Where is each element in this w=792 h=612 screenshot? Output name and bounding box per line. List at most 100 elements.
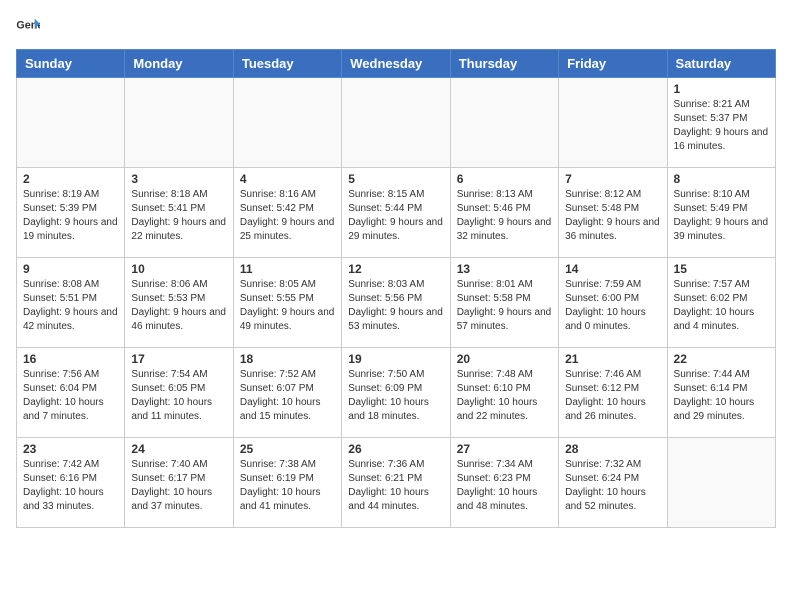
day-info: Sunrise: 8:12 AM Sunset: 5:48 PM Dayligh… [565, 188, 660, 244]
calendar-day-cell: 3 Sunrise: 8:18 AM Sunset: 5:41 PM Daylig… [125, 168, 233, 258]
day-info: Sunrise: 7:42 AM Sunset: 6:16 PM Dayligh… [23, 458, 118, 514]
calendar-day-cell [233, 78, 341, 168]
calendar-day-cell [450, 78, 558, 168]
day-info: Sunrise: 8:19 AM Sunset: 5:39 PM Dayligh… [23, 188, 118, 244]
calendar-day-header: Sunday [17, 50, 125, 78]
logo-icon: General [16, 17, 40, 37]
day-info: Sunrise: 7:52 AM Sunset: 6:07 PM Dayligh… [240, 368, 335, 424]
calendar-day-header: Monday [125, 50, 233, 78]
day-number: 19 [348, 352, 443, 366]
day-info: Sunrise: 7:57 AM Sunset: 6:02 PM Dayligh… [674, 278, 769, 334]
calendar-week-row: 2 Sunrise: 8:19 AM Sunset: 5:39 PM Daylig… [17, 168, 776, 258]
day-number: 18 [240, 352, 335, 366]
calendar-day-cell: 22 Sunrise: 7:44 AM Sunset: 6:14 PM Dayli… [667, 348, 775, 438]
calendar-day-cell: 25Sunrise: 7:38 AM Sunset: 6:19 PM Dayli… [233, 438, 341, 528]
calendar-day-cell: 15 Sunrise: 7:57 AM Sunset: 6:02 PM Dayli… [667, 258, 775, 348]
day-info: Sunrise: 7:44 AM Sunset: 6:14 PM Dayligh… [674, 368, 769, 424]
day-number: 7 [565, 172, 660, 186]
day-number: 1 [674, 82, 769, 96]
day-info: Sunrise: 7:46 AM Sunset: 6:12 PM Dayligh… [565, 368, 660, 424]
calendar-day-cell: 2 Sunrise: 8:19 AM Sunset: 5:39 PM Daylig… [17, 168, 125, 258]
page-header: General [16, 16, 776, 37]
calendar-day-cell: 5 Sunrise: 8:15 AM Sunset: 5:44 PM Daylig… [342, 168, 450, 258]
day-info: Sunrise: 7:59 AM Sunset: 6:00 PM Dayligh… [565, 278, 660, 334]
day-number: 9 [23, 262, 118, 276]
day-number: 13 [457, 262, 552, 276]
day-info: Sunrise: 7:56 AM Sunset: 6:04 PM Dayligh… [23, 368, 118, 424]
calendar-week-row: 16 Sunrise: 7:56 AM Sunset: 6:04 PM Dayli… [17, 348, 776, 438]
calendar-day-cell: 8 Sunrise: 8:10 AM Sunset: 5:49 PM Daylig… [667, 168, 775, 258]
day-number: 17 [131, 352, 226, 366]
day-number: 28 [565, 442, 660, 456]
calendar-day-cell: 1 Sunrise: 8:21 AM Sunset: 5:37 PM Daylig… [667, 78, 775, 168]
calendar-day-cell: 9 Sunrise: 8:08 AM Sunset: 5:51 PM Daylig… [17, 258, 125, 348]
day-info: Sunrise: 7:32 AM Sunset: 6:24 PM Dayligh… [565, 458, 660, 514]
day-number: 23 [23, 442, 118, 456]
day-number: 11 [240, 262, 335, 276]
day-info: Sunrise: 7:36 AM Sunset: 6:21 PM Dayligh… [348, 458, 443, 514]
calendar-week-row: 23 Sunrise: 7:42 AM Sunset: 6:16 PM Dayli… [17, 438, 776, 528]
day-info: Sunrise: 8:21 AM Sunset: 5:37 PM Dayligh… [674, 98, 769, 154]
logo: General [16, 16, 44, 37]
calendar-day-header: Tuesday [233, 50, 341, 78]
day-number: 14 [565, 262, 660, 276]
calendar-day-header: Thursday [450, 50, 558, 78]
day-number: 6 [457, 172, 552, 186]
calendar-day-cell: 26Sunrise: 7:36 AM Sunset: 6:21 PM Dayli… [342, 438, 450, 528]
day-info: Sunrise: 8:08 AM Sunset: 5:51 PM Dayligh… [23, 278, 118, 334]
calendar-day-cell: 12 Sunrise: 8:03 AM Sunset: 5:56 PM Dayli… [342, 258, 450, 348]
calendar-day-cell: 4 Sunrise: 8:16 AM Sunset: 5:42 PM Daylig… [233, 168, 341, 258]
calendar-header-row: SundayMondayTuesdayWednesdayThursdayFrid… [17, 50, 776, 78]
calendar-day-cell [559, 78, 667, 168]
day-info: Sunrise: 8:06 AM Sunset: 5:53 PM Dayligh… [131, 278, 226, 334]
calendar-day-cell: 28 Sunrise: 7:32 AM Sunset: 6:24 PM Dayli… [559, 438, 667, 528]
calendar-day-cell [125, 78, 233, 168]
day-info: Sunrise: 7:34 AM Sunset: 6:23 PM Dayligh… [457, 458, 552, 514]
day-info: Sunrise: 8:03 AM Sunset: 5:56 PM Dayligh… [348, 278, 443, 334]
day-number: 21 [565, 352, 660, 366]
calendar-day-cell: 18 Sunrise: 7:52 AM Sunset: 6:07 PM Dayli… [233, 348, 341, 438]
day-info: Sunrise: 8:10 AM Sunset: 5:49 PM Dayligh… [674, 188, 769, 244]
day-number: 15 [674, 262, 769, 276]
day-info: Sunrise: 8:13 AM Sunset: 5:46 PM Dayligh… [457, 188, 552, 244]
day-info: Sunrise: 8:18 AM Sunset: 5:41 PM Dayligh… [131, 188, 226, 244]
day-number: 4 [240, 172, 335, 186]
day-number: 2 [23, 172, 118, 186]
day-number: 22 [674, 352, 769, 366]
day-number: 24 [131, 442, 226, 456]
calendar-day-header: Saturday [667, 50, 775, 78]
day-info: Sunrise: 7:50 AM Sunset: 6:09 PM Dayligh… [348, 368, 443, 424]
calendar-day-cell [17, 78, 125, 168]
calendar-week-row: 1 Sunrise: 8:21 AM Sunset: 5:37 PM Daylig… [17, 78, 776, 168]
calendar-day-cell [667, 438, 775, 528]
day-number: 10 [131, 262, 226, 276]
calendar-day-cell [342, 78, 450, 168]
day-number: 5 [348, 172, 443, 186]
day-info: Sunrise: 8:16 AM Sunset: 5:42 PM Dayligh… [240, 188, 335, 244]
day-number: 27 [457, 442, 552, 456]
calendar-day-cell: 21 Sunrise: 7:46 AM Sunset: 6:12 PM Dayli… [559, 348, 667, 438]
calendar-day-cell: 13 Sunrise: 8:01 AM Sunset: 5:58 PM Dayli… [450, 258, 558, 348]
calendar-day-cell: 27 Sunrise: 7:34 AM Sunset: 6:23 PM Dayli… [450, 438, 558, 528]
calendar-day-cell: 10 Sunrise: 8:06 AM Sunset: 5:53 PM Dayli… [125, 258, 233, 348]
day-number: 12 [348, 262, 443, 276]
day-info: Sunrise: 7:40 AM Sunset: 6:17 PM Dayligh… [131, 458, 226, 514]
day-number: 16 [23, 352, 118, 366]
calendar-day-header: Wednesday [342, 50, 450, 78]
calendar-week-row: 9 Sunrise: 8:08 AM Sunset: 5:51 PM Daylig… [17, 258, 776, 348]
day-info: Sunrise: 8:05 AM Sunset: 5:55 PM Dayligh… [240, 278, 335, 334]
day-number: 3 [131, 172, 226, 186]
day-number: 20 [457, 352, 552, 366]
calendar-day-cell: 17 Sunrise: 7:54 AM Sunset: 6:05 PM Dayli… [125, 348, 233, 438]
calendar-table: SundayMondayTuesdayWednesdayThursdayFrid… [16, 49, 776, 528]
day-number: 8 [674, 172, 769, 186]
day-number: 25 [240, 442, 335, 456]
calendar-day-cell: 16 Sunrise: 7:56 AM Sunset: 6:04 PM Dayli… [17, 348, 125, 438]
calendar-day-cell: 11 Sunrise: 8:05 AM Sunset: 5:55 PM Dayli… [233, 258, 341, 348]
calendar-day-cell: 6 Sunrise: 8:13 AM Sunset: 5:46 PM Daylig… [450, 168, 558, 258]
calendar-day-header: Friday [559, 50, 667, 78]
day-info: Sunrise: 8:15 AM Sunset: 5:44 PM Dayligh… [348, 188, 443, 244]
day-info: Sunrise: 8:01 AM Sunset: 5:58 PM Dayligh… [457, 278, 552, 334]
day-info: Sunrise: 7:54 AM Sunset: 6:05 PM Dayligh… [131, 368, 226, 424]
calendar-day-cell: 14 Sunrise: 7:59 AM Sunset: 6:00 PM Dayli… [559, 258, 667, 348]
